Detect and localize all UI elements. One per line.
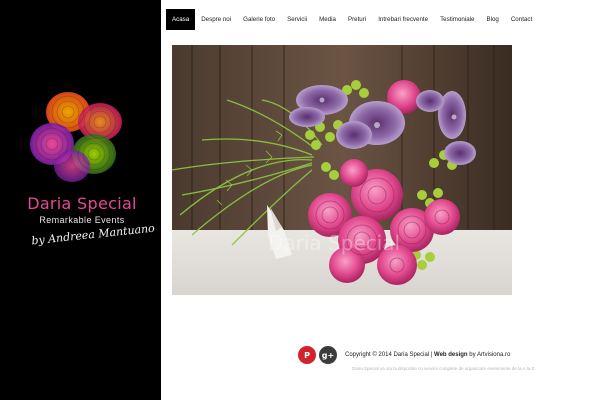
footer-tagline: Daria Special va sta la dispozitie cu se… <box>352 366 535 371</box>
sidebar-divider <box>161 0 166 400</box>
google-plus-icon[interactable]: g+ <box>319 346 337 364</box>
copyright-by: by <box>467 352 477 358</box>
nav-item-blog[interactable]: Blog <box>480 9 504 30</box>
brand-name: Daria Special <box>27 194 137 213</box>
pinterest-icon[interactable]: P <box>298 346 316 364</box>
nav-item-media[interactable]: Media <box>313 9 342 30</box>
nav-item-servicii[interactable]: Servicii <box>281 9 313 30</box>
sidebar: Daria Special Remarkable Events by Andre… <box>0 0 161 400</box>
copyright-text: Copyright © 2014 Daria Special | Web des… <box>345 352 510 358</box>
nav-item-acasa[interactable]: Acasa <box>166 9 196 30</box>
hero-bouquet-image: Daria Special <box>172 45 512 295</box>
nav-item-intrebari-frecvente[interactable]: Intrebari frecvente <box>372 9 434 30</box>
nav-item-galerie-foto[interactable]: Galerie foto <box>237 9 281 30</box>
flower-logo-icon <box>30 92 122 182</box>
brand-signature: by Andreea Mantuano <box>30 221 156 248</box>
main-navigation: Acasa Despre noi Galerie foto Servicii M… <box>166 9 538 30</box>
webdesign-label: Web design <box>434 352 468 358</box>
designer-link[interactable]: Artvisiona.ro <box>477 352 510 358</box>
social-links: P g+ <box>298 346 337 364</box>
bouquet-photo: Daria Special <box>172 45 512 295</box>
copyright-prefix: Copyright © 2014 Daria Special | <box>345 352 435 358</box>
brand-subtitle: Remarkable Events <box>39 215 125 225</box>
nav-item-despre-noi[interactable]: Despre noi <box>195 9 237 30</box>
nav-item-preturi[interactable]: Preturi <box>342 9 372 30</box>
brand-logo[interactable]: Daria Special Remarkable Events by Andre… <box>22 88 156 263</box>
nav-item-contact[interactable]: Contact <box>505 9 538 30</box>
nav-item-testimoniale[interactable]: Testimoniale <box>434 9 480 30</box>
hero-watermark: Daria Special <box>268 231 400 255</box>
